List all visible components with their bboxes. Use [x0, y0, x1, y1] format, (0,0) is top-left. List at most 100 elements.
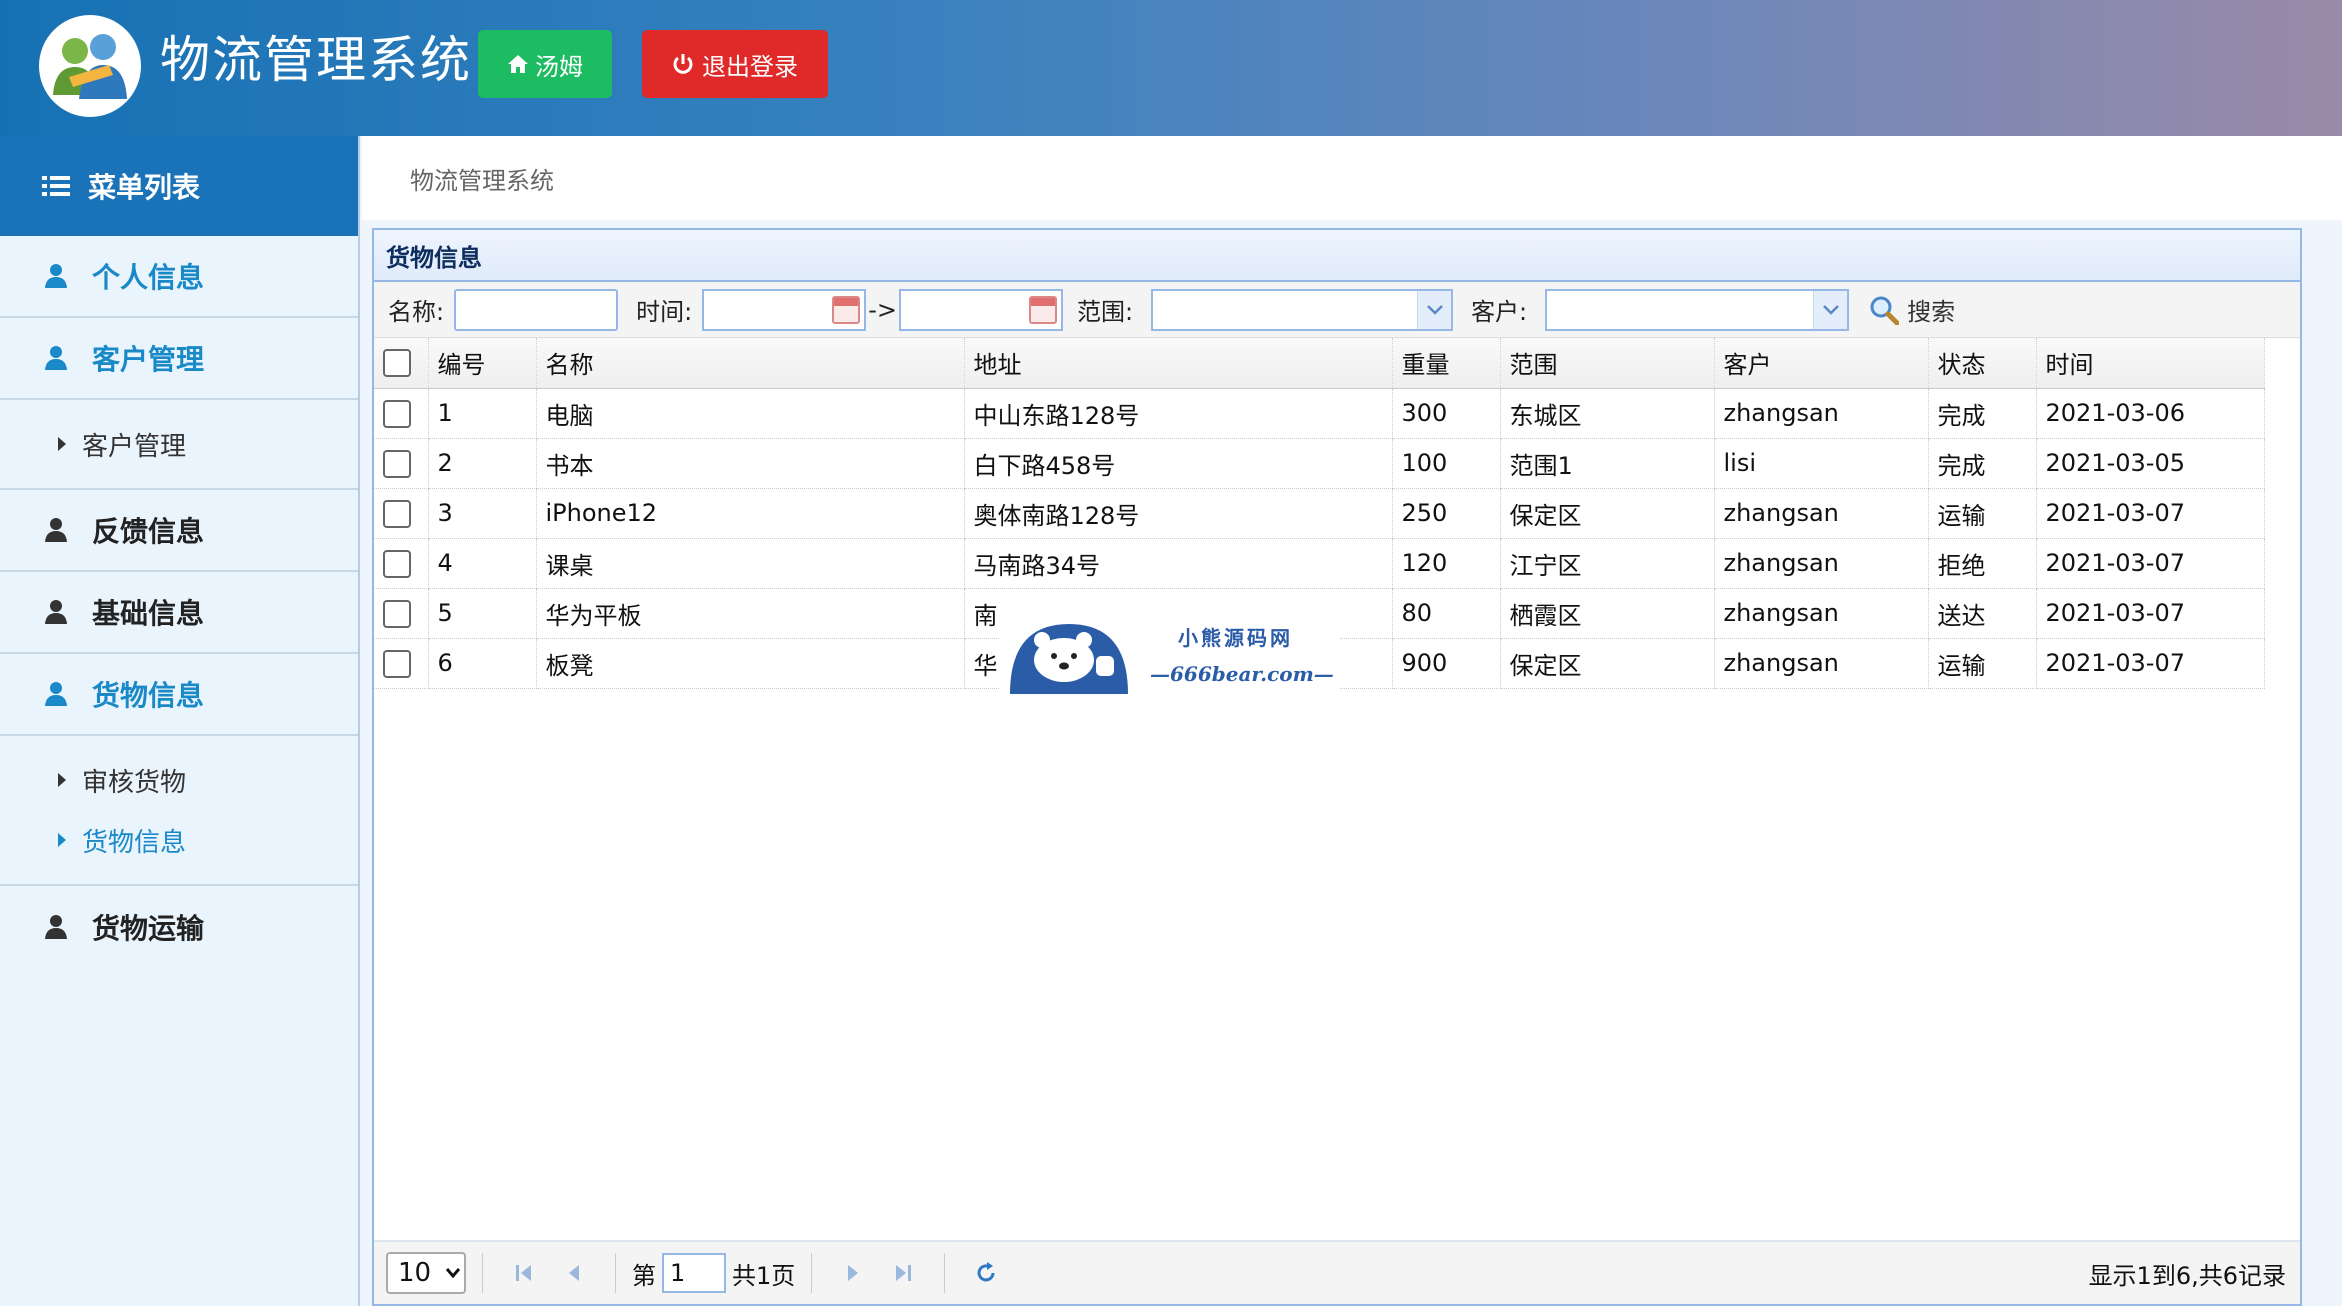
cell-status: 完成 — [1928, 388, 2037, 439]
column-header[interactable]: 状态 — [1928, 338, 2037, 389]
cell-time: 2021-03-07 — [2036, 538, 2265, 589]
submenu-item-customer-management[interactable]: 客户管理 — [0, 414, 358, 474]
column-header[interactable]: 名称 — [536, 338, 965, 389]
table-row[interactable]: 1 电脑 中山东路128号 300 东城区 zhangsan 完成 2021-0… — [374, 388, 2265, 439]
column-header[interactable]: 客户 — [1714, 338, 1929, 389]
submenu-label: 客户管理 — [82, 431, 187, 462]
row-checkbox[interactable] — [383, 649, 411, 678]
submenu-goods: 审核货物 货物信息 — [0, 736, 358, 886]
cell-address: 白下路458号 — [964, 438, 1393, 489]
page-number-input[interactable]: 1 — [662, 1253, 726, 1293]
column-header[interactable]: 时间 — [2036, 338, 2265, 389]
submenu-item-review-goods[interactable]: 审核货物 — [0, 750, 358, 810]
menu-feedback[interactable]: 反馈信息 — [0, 490, 358, 572]
prev-page-icon[interactable] — [559, 1258, 589, 1288]
column-header[interactable]: 地址 — [964, 338, 1393, 389]
cell-name: 课桌 — [536, 538, 965, 589]
filter-toolbar: 名称: 时间: -> 范围: 客户: 搜索 — [374, 282, 2300, 338]
cell-id: 1 — [428, 388, 537, 439]
cell-id: 4 — [428, 538, 537, 589]
table-row[interactable]: 2 书本 白下路458号 100 范围1 lisi 完成 2021-03-05 — [374, 438, 2265, 489]
name-filter-input[interactable] — [454, 288, 619, 331]
cell-name: 电脑 — [536, 388, 965, 439]
row-checkbox[interactable] — [383, 599, 411, 628]
menu-label: 货物运输 — [92, 912, 205, 945]
cell-range: 江宁区 — [1500, 538, 1715, 589]
app-logo — [39, 15, 141, 117]
top-header: 物流管理系统 汤姆 退出登录 — [0, 0, 2342, 136]
caret-right-icon — [58, 437, 66, 451]
user-icon — [45, 682, 67, 706]
table-row[interactable]: 4 课桌 马南路34号 120 江宁区 zhangsan 拒绝 2021-03-… — [374, 538, 2265, 589]
cell-weight: 120 — [1392, 538, 1501, 589]
end-date-input[interactable] — [898, 288, 1063, 331]
select-all-checkbox[interactable] — [383, 349, 411, 378]
sidebar: 菜单列表 个人信息 客户管理 客户管理 反馈信息 基础信息 货物信息 审核货物 … — [0, 136, 360, 1306]
customer-select[interactable] — [1545, 288, 1850, 331]
menu-personal-info[interactable]: 个人信息 — [0, 236, 358, 318]
first-page-icon[interactable] — [509, 1258, 539, 1288]
home-user-label: 汤姆 — [535, 52, 583, 81]
user-icon — [45, 264, 67, 288]
page-number-value: 1 — [670, 1259, 686, 1287]
chevron-down-icon[interactable] — [1813, 290, 1848, 329]
submenu-label: 审核货物 — [82, 767, 187, 798]
cell-weight: 100 — [1392, 438, 1501, 489]
row-select-cell — [374, 538, 429, 589]
menu-basic-info[interactable]: 基础信息 — [0, 572, 358, 654]
home-user-button[interactable]: 汤姆 — [478, 30, 612, 98]
home-icon — [508, 55, 528, 73]
column-header[interactable]: 编号 — [428, 338, 537, 389]
search-icon — [1870, 296, 1900, 325]
page-total: 共1页 — [732, 1261, 796, 1290]
power-icon — [673, 54, 693, 74]
user-icon — [45, 346, 67, 370]
refresh-icon[interactable] — [971, 1258, 1001, 1288]
user-icon — [45, 600, 67, 624]
row-checkbox[interactable] — [383, 399, 411, 428]
next-page-icon[interactable] — [838, 1258, 868, 1288]
watermark-line2: —666bear.com— — [1150, 662, 1334, 686]
cell-id: 3 — [428, 488, 537, 539]
row-select-cell — [374, 438, 429, 489]
calendar-icon[interactable] — [1028, 295, 1057, 324]
row-checkbox[interactable] — [383, 499, 411, 528]
page-size-value: 10 — [398, 1258, 432, 1288]
panel-title: 货物信息 — [374, 230, 2300, 282]
select-all-cell — [374, 338, 429, 389]
submenu-item-goods-info[interactable]: 货物信息 — [0, 810, 358, 870]
row-select-cell — [374, 638, 429, 689]
logout-button[interactable]: 退出登录 — [642, 30, 828, 98]
submenu-label: 货物信息 — [82, 827, 187, 858]
cell-name: 华为平板 — [536, 588, 965, 639]
cell-status: 拒绝 — [1928, 538, 2037, 589]
calendar-icon[interactable] — [832, 295, 861, 324]
table-row[interactable]: 3 iPhone12 奥体南路128号 250 保定区 zhangsan 运输 … — [374, 488, 2265, 539]
start-date-input[interactable] — [702, 288, 867, 331]
last-page-icon[interactable] — [888, 1258, 918, 1288]
date-range-arrow: -> — [868, 295, 897, 324]
menu-goods-transport[interactable]: 货物运输 — [0, 886, 358, 968]
column-header[interactable]: 范围 — [1500, 338, 1715, 389]
cell-weight: 250 — [1392, 488, 1501, 539]
sidebar-title: 菜单列表 — [88, 171, 201, 204]
pager-divider — [944, 1253, 946, 1293]
column-header[interactable]: 重量 — [1392, 338, 1501, 389]
range-select[interactable] — [1151, 288, 1454, 331]
menu-label: 客户管理 — [92, 343, 205, 376]
row-checkbox[interactable] — [383, 449, 411, 478]
time-filter-label: 时间: — [636, 298, 693, 326]
cell-weight: 80 — [1392, 588, 1501, 639]
cell-name: 板凳 — [536, 638, 965, 689]
chevron-down-icon[interactable] — [1417, 290, 1452, 329]
cell-weight: 900 — [1392, 638, 1501, 689]
cell-name: 书本 — [536, 438, 965, 489]
page-size-select[interactable]: 10 — [386, 1252, 466, 1294]
menu-goods-info[interactable]: 货物信息 — [0, 654, 358, 736]
menu-customer-management[interactable]: 客户管理 — [0, 318, 358, 400]
breadcrumb: 物流管理系统 — [362, 136, 2342, 220]
cell-id: 5 — [428, 588, 537, 639]
row-checkbox[interactable] — [383, 549, 411, 578]
search-button[interactable]: 搜索 — [1869, 292, 1955, 327]
range-filter-label: 范围: — [1076, 298, 1134, 326]
